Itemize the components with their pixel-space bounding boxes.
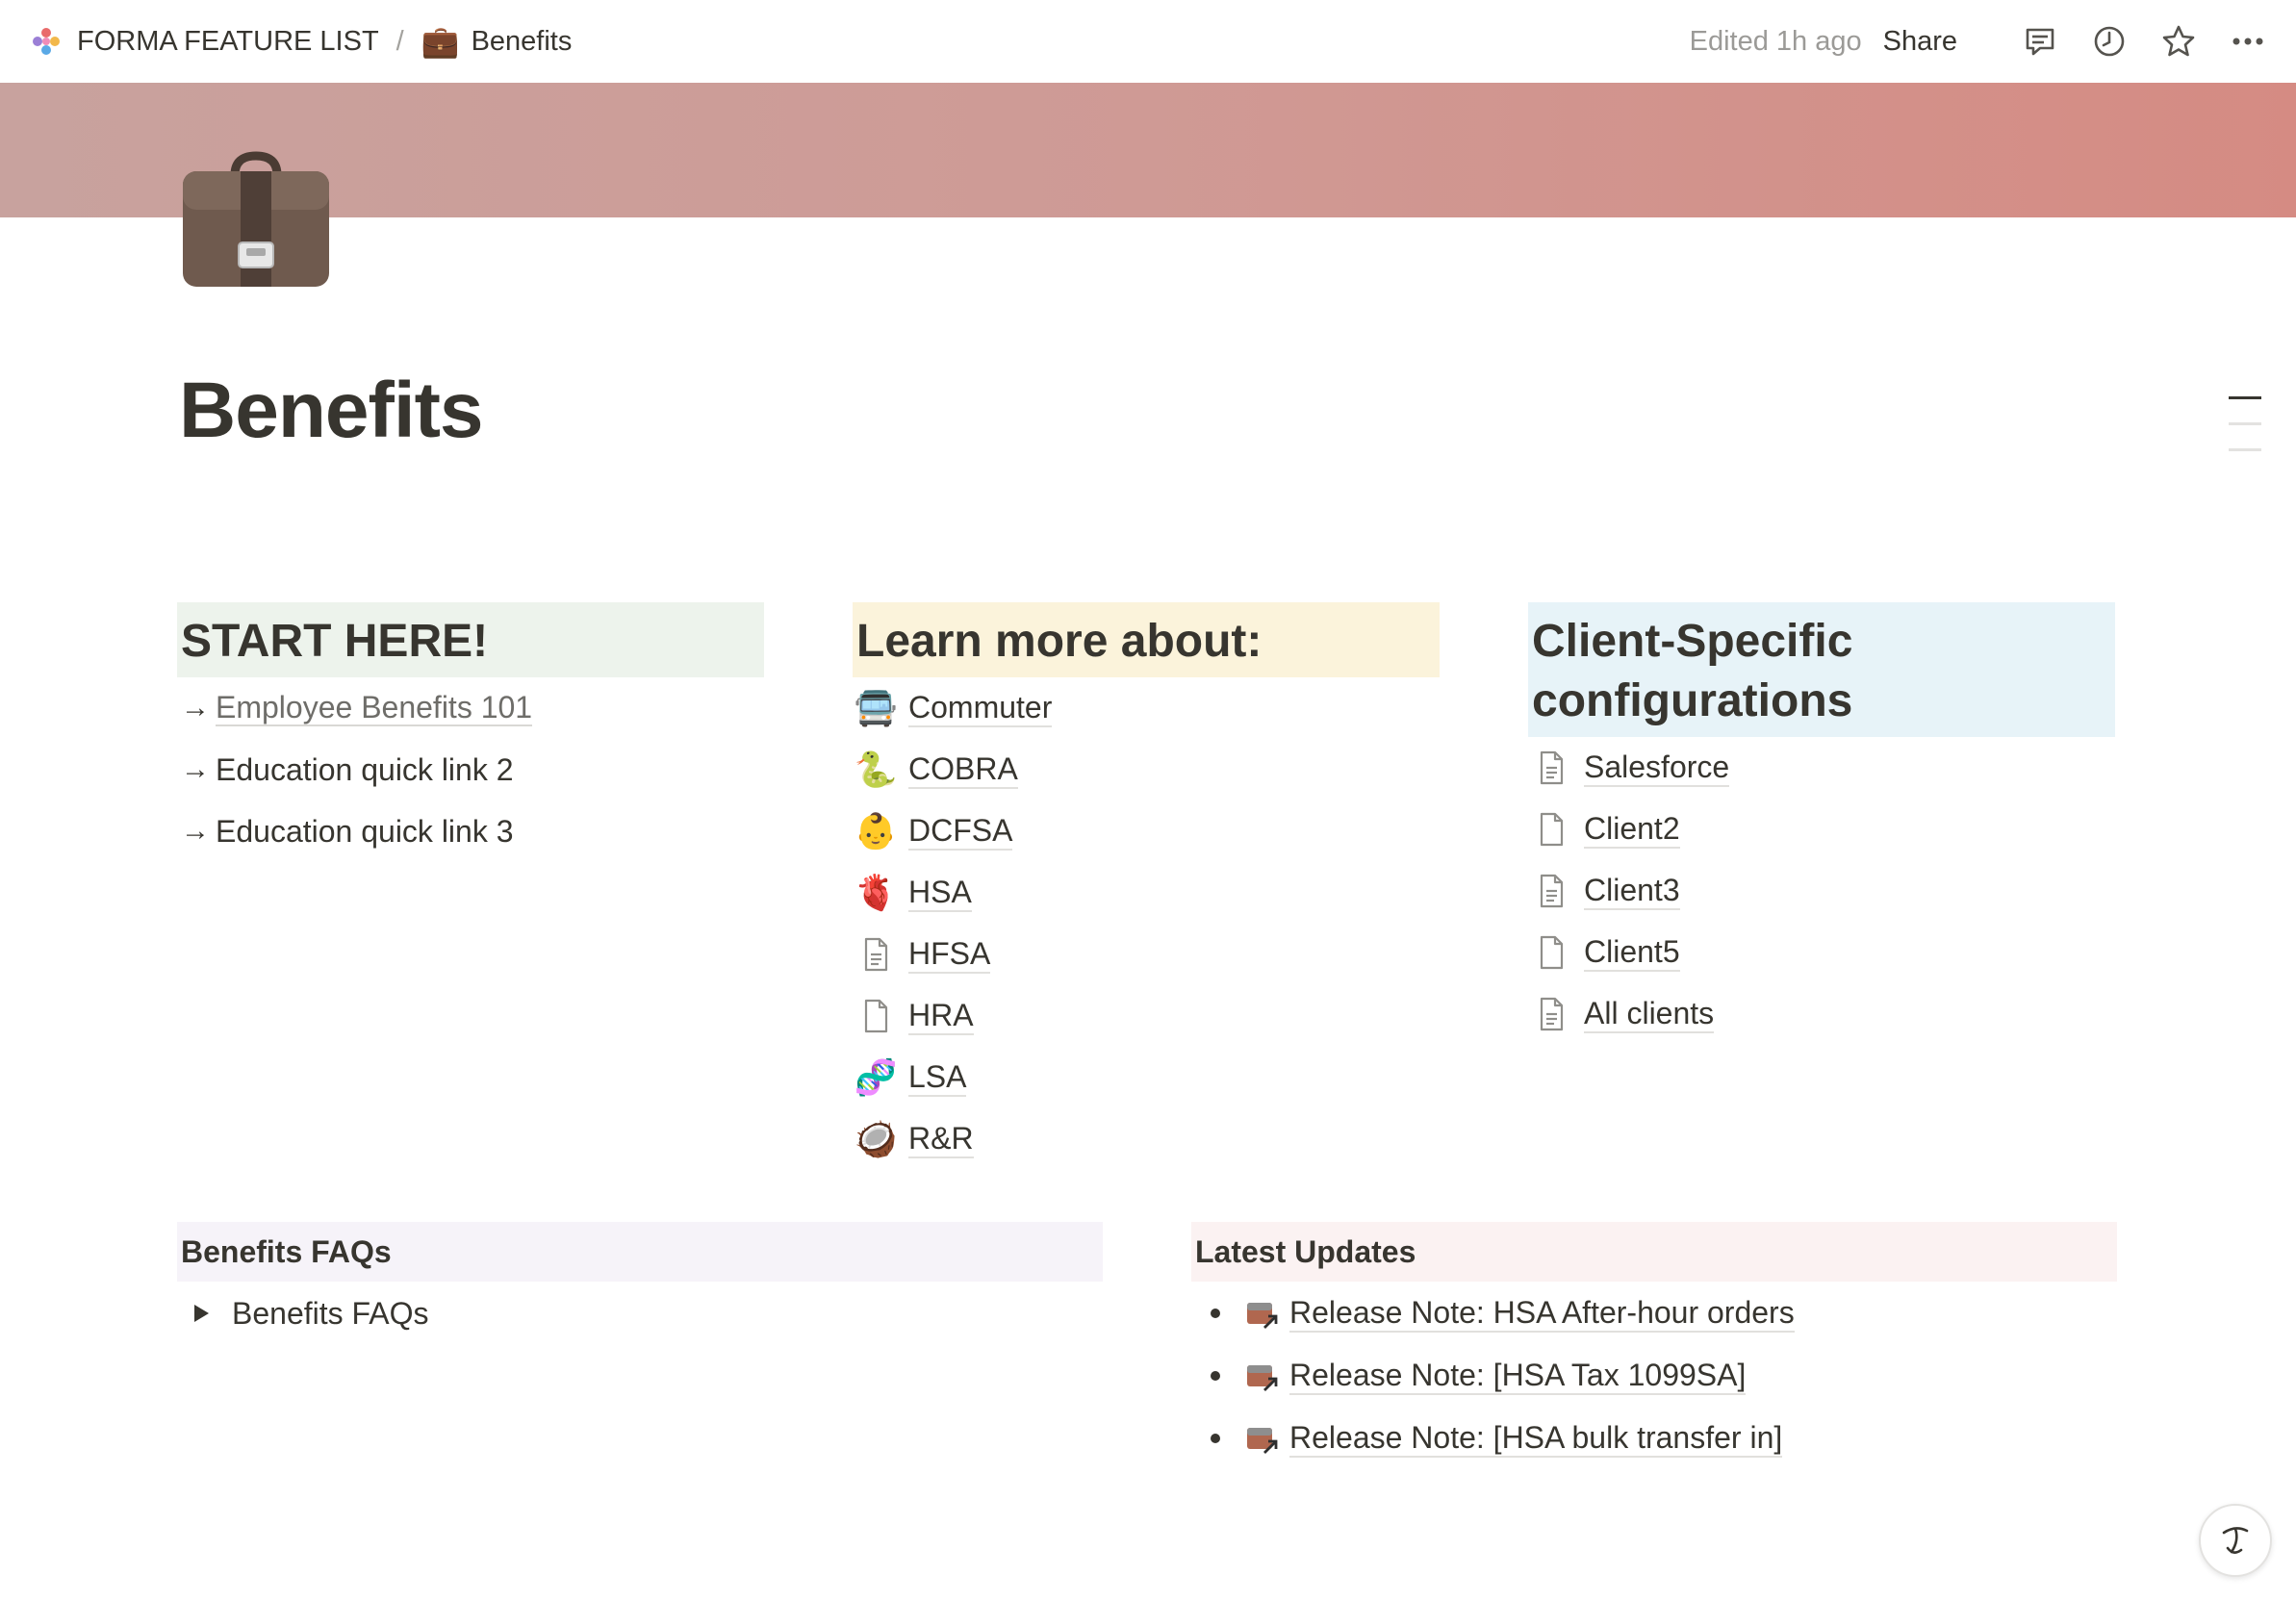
briefcase-icon: 💼 <box>421 24 460 59</box>
document-lines-icon <box>864 937 888 972</box>
page-link-lsa[interactable]: 🧬 LSA <box>853 1047 1440 1108</box>
list-item[interactable]: → Education quick link 2 <box>177 739 764 800</box>
list-item[interactable]: → Education quick link 3 <box>177 800 764 862</box>
page-link-dcfsa[interactable]: 👶 DCFSA <box>853 800 1440 862</box>
page-link-client2[interactable]: Client2 <box>1528 799 2115 860</box>
link-employee-benefits-101[interactable]: Employee Benefits 101 <box>216 690 533 726</box>
briefcase-icon[interactable] <box>179 146 333 291</box>
release-note-link[interactable]: Release Note: [HSA Tax 1099SA] <box>1289 1357 1747 1395</box>
edited-timestamp[interactable]: Edited 1h ago <box>1690 26 1862 58</box>
document-icon <box>864 999 888 1033</box>
page-link-label[interactable]: Client3 <box>1584 872 1680 910</box>
page-link-label[interactable]: Client2 <box>1584 810 1680 849</box>
document-lines-icon <box>1540 750 1564 785</box>
client-configs-heading[interactable]: Client-Specific configurations <box>1528 602 2115 737</box>
page-title[interactable]: Benefits <box>179 366 484 456</box>
more-icon[interactable] <box>2229 22 2267 61</box>
learn-more-column: Learn more about: 🚍 Commuter 🐍 COBRA 👶 D… <box>853 602 1440 1170</box>
page-link-commuter[interactable]: 🚍 Commuter <box>853 677 1440 739</box>
page-link-label[interactable]: DCFSA <box>908 812 1013 851</box>
start-here-list: → Employee Benefits 101 → Education quic… <box>177 677 764 862</box>
release-note-link-icon <box>1247 1302 1278 1329</box>
breadcrumb-separator: / <box>395 25 404 57</box>
workspace-logo-icon[interactable] <box>29 24 64 59</box>
arrow-right-icon: → <box>181 692 210 724</box>
bullet-icon <box>1211 1308 1220 1318</box>
page-link-hfsa[interactable]: HFSA <box>853 924 1440 985</box>
top-bar: FORMA FEATURE LIST / 💼 Benefits Edited 1… <box>0 0 2296 83</box>
page-link-label[interactable]: Salesforce <box>1584 749 1730 787</box>
document-lines-icon <box>1540 874 1564 908</box>
release-note-link-icon <box>1247 1427 1278 1454</box>
page-link-label[interactable]: HFSA <box>908 935 991 974</box>
page-link-hra[interactable]: HRA <box>853 985 1440 1047</box>
comments-icon[interactable] <box>2021 22 2059 61</box>
page-link-r-and-r[interactable]: 🥥 R&R <box>853 1108 1440 1170</box>
page-link-salesforce[interactable]: Salesforce <box>1528 737 2115 799</box>
education-quick-link-3[interactable]: Education quick link 3 <box>216 814 514 850</box>
latest-updates-list: Release Note: HSA After-hour orders Rele… <box>1191 1282 2117 1469</box>
page-link-label[interactable]: All clients <box>1584 995 1715 1033</box>
bullet-icon <box>1211 1433 1220 1443</box>
latest-updates-heading[interactable]: Latest Updates <box>1191 1222 2117 1282</box>
release-note-link-icon <box>1247 1364 1278 1391</box>
start-here-heading[interactable]: START HERE! <box>177 602 764 677</box>
toggle-triangle-icon[interactable] <box>194 1305 209 1322</box>
star-icon[interactable] <box>2159 22 2198 61</box>
snake-icon: 🐍 <box>854 750 898 789</box>
benefits-faqs-toggle[interactable]: Benefits FAQs <box>177 1282 1103 1345</box>
document-lines-icon <box>1540 997 1564 1031</box>
topbar-actions: Edited 1h ago Share <box>1690 22 2267 61</box>
clock-icon[interactable] <box>2090 22 2129 61</box>
learn-more-list: 🚍 Commuter 🐍 COBRA 👶 DCFSA 🫀 HSA HFSA HR… <box>853 677 1440 1170</box>
help-icon <box>2222 1527 2249 1554</box>
anatomical-heart-icon: 🫀 <box>854 873 898 912</box>
list-item[interactable]: Release Note: HSA After-hour orders <box>1191 1282 2117 1344</box>
page-link-label[interactable]: HSA <box>908 874 972 912</box>
baby-icon: 👶 <box>854 811 898 851</box>
help-button[interactable] <box>2199 1504 2272 1577</box>
list-item[interactable]: Release Note: [HSA Tax 1099SA] <box>1191 1344 2117 1407</box>
page-link-client5[interactable]: Client5 <box>1528 922 2115 983</box>
bus-icon: 🚍 <box>854 688 898 727</box>
arrow-right-icon: → <box>181 815 210 847</box>
table-of-contents-indicator[interactable] <box>2229 396 2261 474</box>
breadcrumb-page[interactable]: Benefits <box>472 26 573 58</box>
page-link-cobra[interactable]: 🐍 COBRA <box>853 739 1440 800</box>
benefits-faqs-heading[interactable]: Benefits FAQs <box>177 1222 1103 1282</box>
page-link-label[interactable]: LSA <box>908 1058 967 1097</box>
arrow-right-icon: → <box>181 753 210 785</box>
page-link-label[interactable]: R&R <box>908 1120 974 1158</box>
page-link-all-clients[interactable]: All clients <box>1528 983 2115 1045</box>
client-configs-column: Client-Specific configurations Salesforc… <box>1528 602 2115 1045</box>
page-link-label[interactable]: COBRA <box>908 750 1018 789</box>
release-note-link[interactable]: Release Note: [HSA bulk transfer in] <box>1289 1419 1783 1458</box>
education-quick-link-2[interactable]: Education quick link 2 <box>216 752 514 788</box>
release-note-link[interactable]: Release Note: HSA After-hour orders <box>1289 1294 1795 1333</box>
start-here-column: START HERE! → Employee Benefits 101 → Ed… <box>177 602 764 862</box>
page-link-hsa[interactable]: 🫀 HSA <box>853 862 1440 924</box>
list-item[interactable]: Release Note: [HSA bulk transfer in] <box>1191 1407 2117 1469</box>
breadcrumb: FORMA FEATURE LIST / 💼 Benefits <box>29 23 572 60</box>
breadcrumb-workspace[interactable]: FORMA FEATURE LIST <box>77 26 379 58</box>
document-icon <box>1540 812 1564 847</box>
share-button[interactable]: Share <box>1883 26 1957 58</box>
list-item[interactable]: → Employee Benefits 101 <box>177 677 764 739</box>
learn-more-heading[interactable]: Learn more about: <box>853 602 1440 677</box>
page-link-client3[interactable]: Client3 <box>1528 860 2115 922</box>
page-link-label[interactable]: Client5 <box>1584 933 1680 972</box>
page-link-label[interactable]: HRA <box>908 997 974 1035</box>
coconut-icon: 🥥 <box>854 1119 898 1158</box>
toggle-label[interactable]: Benefits FAQs <box>232 1296 429 1332</box>
page-link-label[interactable]: Commuter <box>908 689 1053 727</box>
dna-icon: 🧬 <box>854 1057 898 1097</box>
cover-image[interactable] <box>0 83 2296 217</box>
benefits-faqs-section: Benefits FAQs Benefits FAQs <box>177 1222 1103 1345</box>
latest-updates-section: Latest Updates Release Note: HSA After-h… <box>1191 1222 2117 1469</box>
client-configs-list: Salesforce Client2 Client3 Client5 All c… <box>1528 737 2115 1045</box>
document-icon <box>1540 935 1564 970</box>
bullet-icon <box>1211 1370 1220 1381</box>
